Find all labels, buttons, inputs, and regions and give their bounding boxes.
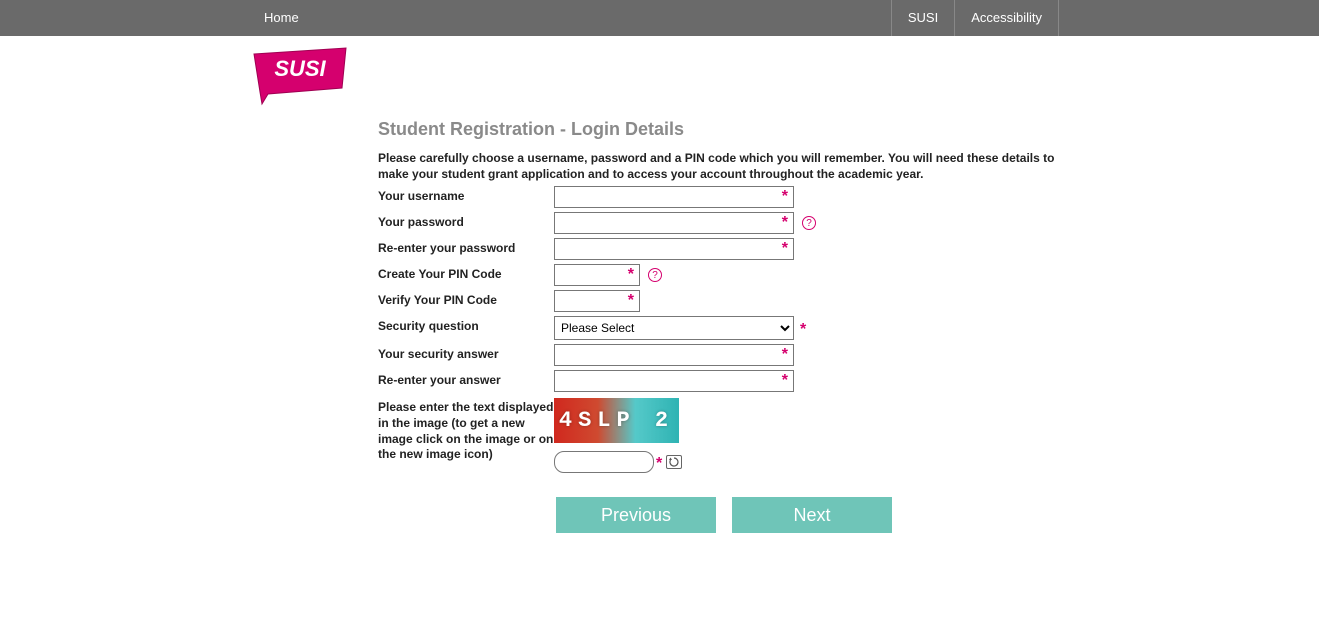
repin-label: Verify Your PIN Code xyxy=(378,290,554,307)
captcha-label: Please enter the text displayed in the i… xyxy=(378,398,554,462)
top-navbar: Home SUSI Accessibility xyxy=(0,0,1319,36)
password-input[interactable] xyxy=(554,212,794,234)
resecurity-answer-label: Re-enter your answer xyxy=(378,370,554,387)
security-answer-label: Your security answer xyxy=(378,344,554,361)
captcha-input[interactable] xyxy=(554,451,654,473)
previous-button[interactable]: Previous xyxy=(556,497,716,533)
security-question-label: Security question xyxy=(378,316,554,333)
required-mark: * xyxy=(656,455,662,473)
svg-text:SUSI: SUSI xyxy=(274,56,326,81)
nav-susi-link[interactable]: SUSI xyxy=(891,0,954,36)
next-button[interactable]: Next xyxy=(732,497,892,533)
repin-input[interactable] xyxy=(554,290,640,312)
security-answer-input[interactable] xyxy=(554,344,794,366)
captcha-refresh-icon[interactable] xyxy=(666,455,682,469)
pin-input[interactable] xyxy=(554,264,640,286)
password-label: Your password xyxy=(378,212,554,229)
intro-text: Please carefully choose a username, pass… xyxy=(378,150,1058,182)
pin-label: Create Your PIN Code xyxy=(378,264,554,281)
password-help-icon[interactable]: ? xyxy=(802,216,816,230)
pin-help-icon[interactable]: ? xyxy=(648,268,662,282)
nav-home-link[interactable]: Home xyxy=(250,0,313,36)
username-label: Your username xyxy=(378,186,554,203)
required-mark: * xyxy=(800,321,806,339)
repassword-input[interactable] xyxy=(554,238,794,260)
susi-logo-icon: SUSI xyxy=(250,44,350,106)
captcha-image[interactable]: 4SLP 2 xyxy=(554,398,679,443)
nav-accessibility-link[interactable]: Accessibility xyxy=(954,0,1059,36)
page-title: Student Registration - Login Details xyxy=(378,119,1070,140)
security-question-select[interactable]: Please Select xyxy=(554,316,794,340)
logo: SUSI xyxy=(250,44,1070,109)
repassword-label: Re-enter your password xyxy=(378,238,554,255)
resecurity-answer-input[interactable] xyxy=(554,370,794,392)
username-input[interactable] xyxy=(554,186,794,208)
